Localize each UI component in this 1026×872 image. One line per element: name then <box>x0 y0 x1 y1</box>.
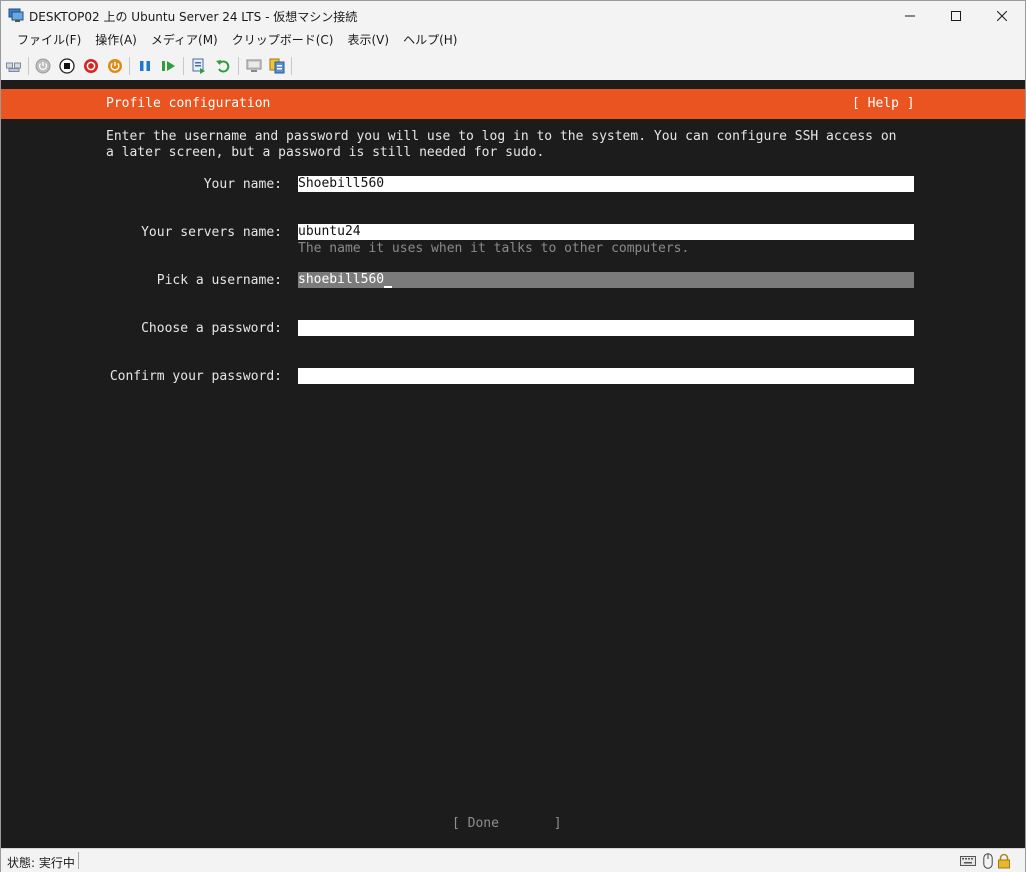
menu-media[interactable]: メディア(M) <box>144 30 225 52</box>
password-input[interactable] <box>298 320 914 336</box>
maximize-icon <box>951 10 961 21</box>
confirm-password-input[interactable] <box>298 368 914 384</box>
toolbar <box>1 52 1025 80</box>
vm-connect-app-icon <box>8 7 24 23</box>
vm-status: 状態: 実行中 <box>7 856 75 870</box>
server-name-label: Your servers name: <box>141 225 282 240</box>
toolbar-separator <box>183 57 184 75</box>
lock-icon[interactable] <box>996 853 1012 869</box>
power-icon[interactable] <box>106 57 124 75</box>
server-name-hint: The name it uses when it talks to other … <box>298 241 690 256</box>
description-line-2: a later screen, but a password is still … <box>106 145 545 160</box>
username-input[interactable]: shoebill560 <box>298 272 914 288</box>
toolbar-separator <box>129 57 130 75</box>
menu-help[interactable]: ヘルプ(H) <box>396 30 464 52</box>
description-line-1: Enter the username and password you will… <box>106 129 897 144</box>
installer-header: Profile configuration [ Help ] <box>1 89 1025 119</box>
toolbar-separator <box>238 57 239 75</box>
minimize-button[interactable] <box>887 1 933 30</box>
username-value: shoebill560 <box>298 272 385 287</box>
menu-clipboard[interactable]: クリップボード(C) <box>225 30 341 52</box>
installer-title: Profile configuration <box>106 96 271 111</box>
enhanced-session-icon[interactable] <box>245 57 263 75</box>
server-name-input[interactable]: ubuntu24 <box>298 224 914 240</box>
confirm-password-label: Confirm your password: <box>109 369 282 384</box>
username-label: Pick a username: <box>156 273 282 288</box>
mouse-icon[interactable] <box>980 853 996 869</box>
toolbar-separator <box>28 57 29 75</box>
maximize-button[interactable] <box>933 1 979 30</box>
close-icon <box>997 10 1007 21</box>
window-title: DESKTOP02 上の Ubuntu Server 24 LTS - 仮想マシ… <box>29 10 358 24</box>
help-button[interactable]: [ Help ] <box>852 96 915 111</box>
share-icon[interactable] <box>268 57 286 75</box>
menu-view[interactable]: 表示(V) <box>341 30 397 52</box>
menu-bar: ファイル(F) 操作(A) メディア(M) クリップボード(C) 表示(V) ヘ… <box>1 30 1026 52</box>
password-label: Choose a password: <box>141 321 282 336</box>
resume-icon[interactable] <box>160 57 178 75</box>
text-cursor <box>384 274 393 288</box>
shut-down-icon[interactable] <box>82 57 100 75</box>
vm-connection-window: DESKTOP02 上の Ubuntu Server 24 LTS - 仮想マシ… <box>0 0 1026 872</box>
turn-off-icon[interactable] <box>58 57 76 75</box>
toolbar-separator <box>291 57 292 75</box>
ctrl-alt-del-icon[interactable] <box>5 57 23 75</box>
close-button[interactable] <box>979 1 1025 30</box>
your-name-input[interactable]: Shoebill560 <box>298 176 914 192</box>
vm-console[interactable]: Profile configuration [ Help ] Enter the… <box>1 80 1025 848</box>
menu-file[interactable]: ファイル(F) <box>10 30 88 52</box>
keyboard-icon[interactable] <box>960 853 976 869</box>
status-separator <box>78 852 79 869</box>
checkpoint-icon[interactable] <box>190 57 208 75</box>
status-bar: 状態: 実行中 <box>1 848 1025 872</box>
title-bar[interactable]: DESKTOP02 上の Ubuntu Server 24 LTS - 仮想マシ… <box>1 1 1025 30</box>
server-name-value: ubuntu24 <box>298 224 361 239</box>
done-button[interactable]: [ Done ] <box>452 816 562 831</box>
minimize-icon <box>905 15 915 16</box>
pause-icon[interactable] <box>136 57 154 75</box>
revert-icon[interactable] <box>214 57 232 75</box>
menu-action[interactable]: 操作(A) <box>88 30 144 52</box>
your-name-label: Your name: <box>203 177 282 192</box>
your-name-value: Shoebill560 <box>298 176 385 191</box>
start-icon[interactable] <box>34 57 52 75</box>
